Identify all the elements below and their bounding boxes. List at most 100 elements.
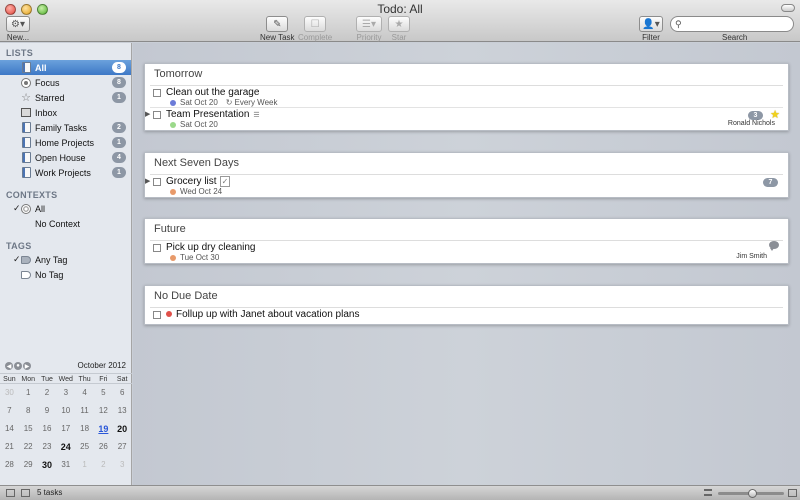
calendar-day[interactable]: 2 [94, 456, 113, 474]
sidebar-item-work-projects[interactable]: Work Projects 1 [0, 165, 131, 180]
task-row[interactable]: Follup up with Janet about vacation plan… [150, 308, 783, 324]
calendar-day[interactable]: 1 [75, 456, 94, 474]
weekday-label: Wed [56, 373, 76, 384]
calendar-day[interactable]: 1 [19, 384, 38, 402]
priority-dot [170, 188, 176, 195]
calendar-day[interactable]: 21 [0, 438, 19, 456]
calendar-day-with-tasks[interactable]: 30 [38, 456, 57, 474]
sidebar-item-label: No Tag [35, 269, 64, 280]
calendar-day[interactable]: 17 [56, 420, 75, 438]
priority-dot [170, 254, 176, 261]
calendar-day[interactable]: 4 [75, 384, 94, 402]
search-input[interactable] [684, 18, 785, 30]
calendar-day[interactable]: 31 [56, 456, 75, 474]
checkbox-icon: ☐ [304, 16, 327, 32]
calendar-toggle-icon[interactable] [21, 489, 30, 497]
notebook-icon [21, 152, 31, 163]
sidebar-item-open-house[interactable]: Open House 4 [0, 150, 131, 165]
disclosure-triangle-icon[interactable]: ▶ [145, 110, 150, 118]
calendar-day[interactable]: 14 [0, 420, 19, 438]
sidebar-item-label: Any Tag [35, 254, 68, 265]
task-row[interactable]: Pick up dry cleaning Tue Oct 30 Jim Smit… [150, 241, 783, 263]
sidebar-toggle-icon[interactable] [6, 489, 15, 497]
task-list-area: Tomorrow Clean out the garage Sat Oct 20… [133, 43, 800, 485]
calendar-day[interactable]: 11 [75, 402, 94, 420]
sidebar-item-family-tasks[interactable]: Family Tasks 2 [0, 120, 131, 135]
next-month-icon[interactable]: ▶ [23, 362, 31, 370]
disclosure-triangle-icon[interactable]: ▶ [145, 177, 150, 185]
calendar-day[interactable]: 7 [0, 402, 19, 420]
search-field[interactable]: ⚲ [670, 16, 794, 32]
task-checkbox[interactable] [153, 178, 161, 186]
calendar-day[interactable]: 12 [94, 402, 113, 420]
calendar-day-with-tasks[interactable]: 20 [113, 420, 132, 438]
sidebar-item-focus[interactable]: Focus 8 [0, 75, 131, 90]
calendar-day[interactable]: 25 [75, 438, 94, 456]
star-icon: ☆ [21, 92, 31, 104]
complete-button[interactable]: ☐ Complete [298, 16, 332, 42]
calendar-day[interactable]: 3 [56, 384, 75, 402]
previous-month-icon[interactable]: ◀ [5, 362, 13, 370]
weekday-label: Sat [112, 373, 132, 384]
count-badge: 1 [112, 92, 126, 103]
calendar-day[interactable]: 28 [0, 456, 19, 474]
sidebar-item-starred[interactable]: ☆ Starred 1 [0, 90, 131, 105]
calendar-day[interactable]: 23 [38, 438, 57, 456]
zoom-slider-knob[interactable] [748, 489, 757, 498]
comment-icon[interactable] [769, 241, 779, 251]
task-title: Pick up dry cleaning [166, 242, 256, 253]
calendar-day[interactable]: 29 [19, 456, 38, 474]
task-checkbox[interactable] [153, 111, 161, 119]
sidebar-item-home-projects[interactable]: Home Projects 1 [0, 135, 131, 150]
section-title: No Due Date [150, 286, 783, 308]
task-row[interactable]: ▶ Grocery list ✓ Wed Oct 24 7 [145, 175, 783, 197]
calendar-day-with-tasks[interactable]: 24 [56, 438, 75, 456]
checkmark-icon: ✓ [13, 203, 21, 213]
new-task-button[interactable]: ✎ New Task [260, 16, 295, 42]
calendar-grid: Sun Mon Tue Wed Thu Fri Sat 30 1 2 3 4 5… [0, 373, 132, 474]
search-icon: ⚲ [675, 18, 682, 29]
calendar-day[interactable]: 3 [113, 456, 132, 474]
task-due-date: Tue Oct 30 [180, 253, 220, 262]
calendar-day[interactable]: 16 [38, 420, 57, 438]
today-icon[interactable]: ● [14, 362, 22, 370]
calendar-day[interactable]: 5 [94, 384, 113, 402]
sidebar-item-all[interactable]: All 8 [0, 60, 131, 75]
task-title: Team Presentation ☰ [166, 109, 260, 120]
sidebar-item-any-tag[interactable]: ✓ Any Tag [0, 252, 131, 267]
task-checkbox[interactable] [153, 89, 161, 97]
calendar-day[interactable]: 27 [113, 438, 132, 456]
task-row[interactable]: ▶ Team Presentation ☰ Sat Oct 20 3 ★ Rona… [145, 108, 783, 130]
sidebar-item-no-context[interactable]: No Context [0, 216, 131, 231]
filter-label: Filter [642, 33, 660, 42]
sidebar-item-context-all[interactable]: ✓ All [0, 201, 131, 216]
calendar-day-today[interactable]: 19 [94, 420, 113, 438]
zoom-slider[interactable] [718, 489, 784, 498]
calendar-day[interactable]: 30 [0, 384, 19, 402]
sidebar-item-label: All [35, 62, 47, 73]
priority-button[interactable]: ☰▾ Priority [356, 16, 382, 42]
notebook-icon [21, 62, 31, 73]
sidebar-item-no-tag[interactable]: No Tag [0, 267, 131, 282]
calendar-day[interactable]: 18 [75, 420, 94, 438]
calendar-day[interactable]: 6 [113, 384, 132, 402]
sidebar-item-inbox[interactable]: Inbox [0, 105, 131, 120]
calendar-day[interactable]: 9 [38, 402, 57, 420]
task-checkbox[interactable] [153, 244, 161, 252]
calendar-day[interactable]: 13 [113, 402, 132, 420]
new-menu-button[interactable]: ⚙▾ New... [6, 16, 30, 42]
calendar-day[interactable]: 8 [19, 402, 38, 420]
calendar-day[interactable]: 22 [19, 438, 38, 456]
task-title: Clean out the garage [166, 87, 260, 98]
focus-icon [21, 77, 31, 88]
calendar-day[interactable]: 10 [56, 402, 75, 420]
calendar-day[interactable]: 26 [94, 438, 113, 456]
task-row[interactable]: Clean out the garage Sat Oct 20 ↻ Every … [150, 86, 783, 108]
calendar-day[interactable]: 2 [38, 384, 57, 402]
notebook-icon [21, 137, 31, 148]
task-checkbox[interactable] [153, 311, 161, 319]
star-button[interactable]: ★ Star [388, 16, 410, 42]
calendar-day[interactable]: 15 [19, 420, 38, 438]
toolbar-toggle-button[interactable] [781, 4, 795, 12]
filter-button[interactable]: 👤▾ Filter [639, 16, 663, 42]
